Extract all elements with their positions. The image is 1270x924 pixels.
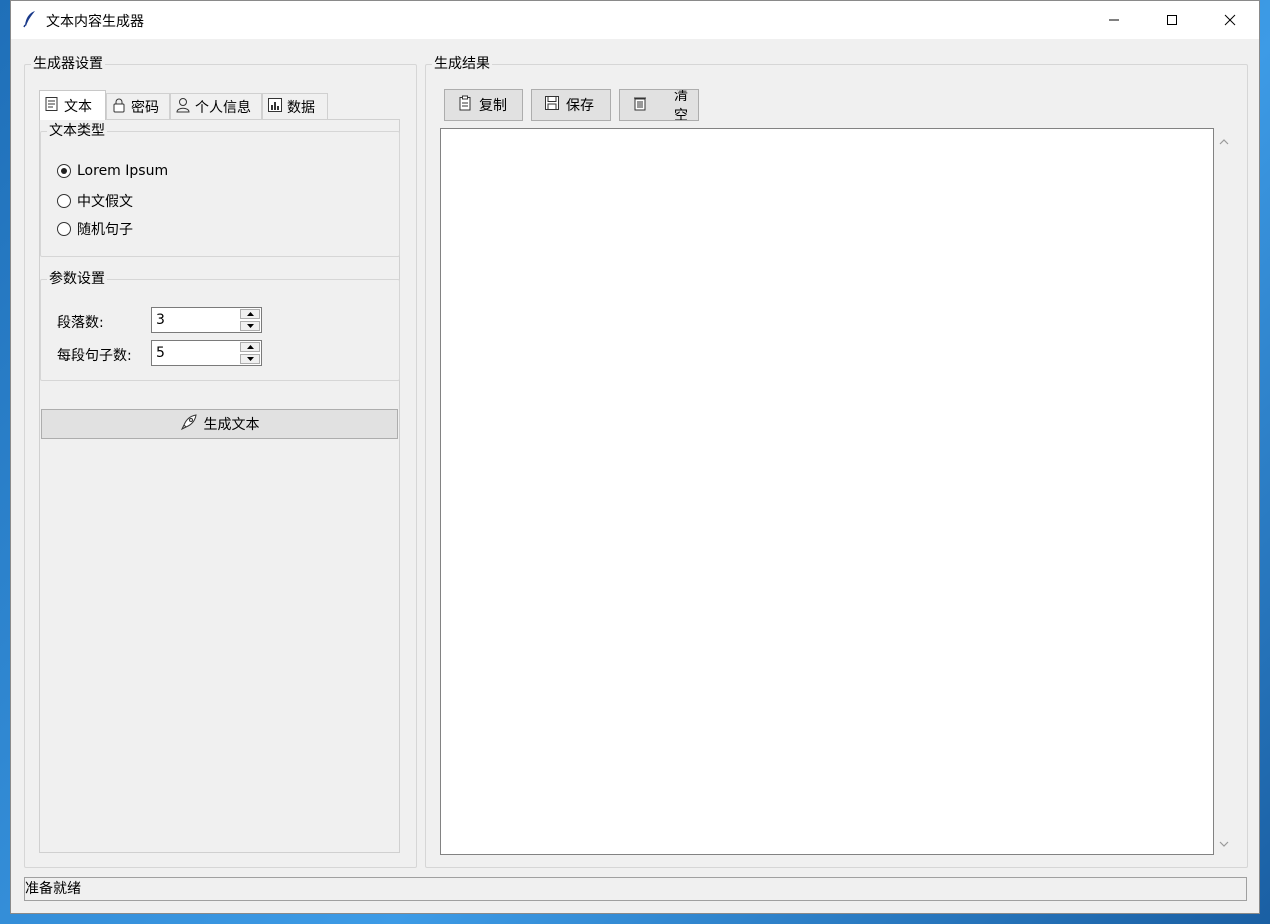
spin-up-button[interactable]: [240, 342, 260, 352]
radio-chinese-filler[interactable]: 中文假文: [57, 191, 133, 211]
minimize-button[interactable]: [1085, 1, 1143, 39]
text-tab-panel: 文本类型 Lorem Ipsum 中文假文 随机句子 参数设置 段落数: 3 每…: [39, 119, 400, 853]
radio-label: Lorem Ipsum: [77, 163, 169, 179]
scroll-up-arrow-icon[interactable]: [1219, 134, 1229, 150]
save-button[interactable]: 保存: [531, 89, 611, 121]
tab-password-label: 密码: [131, 99, 159, 116]
radio-random-sentences[interactable]: 随机句子: [57, 219, 133, 239]
spin-arrows: [240, 309, 260, 331]
tab-personal-info[interactable]: 个人信息: [170, 93, 262, 119]
spin-arrows: [240, 342, 260, 364]
clear-label: 清空: [674, 89, 688, 121]
spin-up-button[interactable]: [240, 309, 260, 319]
radio-button[interactable]: [57, 164, 71, 178]
paragraphs-value[interactable]: 3: [156, 312, 165, 328]
tab-password[interactable]: 密码: [106, 93, 170, 119]
close-button[interactable]: [1201, 1, 1259, 39]
person-icon: [175, 97, 191, 117]
radio-label: 随机句子: [77, 222, 133, 238]
sentences-value[interactable]: 5: [156, 345, 165, 361]
floppy-disk-icon: [544, 95, 560, 115]
radio-button[interactable]: [57, 222, 71, 236]
text-type-title: 文本类型: [49, 123, 105, 139]
radio-lorem-ipsum[interactable]: Lorem Ipsum: [57, 163, 168, 179]
spin-down-button[interactable]: [240, 321, 260, 331]
app-window: 文本内容生成器 生成器设置 文本 密码 个人信息 数据 文本类型 Lorem I…: [10, 0, 1260, 914]
result-text-area[interactable]: [440, 128, 1214, 855]
clear-button[interactable]: 清空: [619, 89, 699, 121]
maximize-button[interactable]: [1143, 1, 1201, 39]
rocket-icon: [180, 413, 198, 435]
radio-button[interactable]: [57, 194, 71, 208]
paragraphs-label: 段落数:: [57, 315, 104, 331]
clipboard-icon: [457, 95, 473, 115]
trash-icon: [632, 95, 648, 115]
tab-personal-info-label: 个人信息: [195, 99, 251, 116]
spin-down-button[interactable]: [240, 354, 260, 364]
bar-chart-icon: [267, 97, 283, 117]
copy-button[interactable]: 复制: [444, 89, 523, 121]
tab-data[interactable]: 数据: [262, 93, 328, 119]
save-label: 保存: [566, 98, 594, 114]
radio-label: 中文假文: [77, 194, 133, 210]
sentences-spinbox[interactable]: 5: [151, 340, 262, 366]
tab-data-label: 数据: [287, 99, 315, 116]
sentences-label: 每段句子数:: [57, 348, 132, 364]
generate-text-label: 生成文本: [203, 417, 260, 433]
status-bar: 准备就绪: [24, 877, 1247, 901]
generator-settings-title: 生成器设置: [33, 56, 103, 72]
lock-icon: [111, 97, 127, 117]
paragraphs-spinbox[interactable]: 3: [151, 307, 262, 333]
feather-icon: [23, 10, 37, 32]
title-bar[interactable]: 文本内容生成器: [11, 1, 1259, 39]
window-title: 文本内容生成器: [46, 14, 144, 30]
params-title: 参数设置: [49, 271, 105, 287]
text-doc-icon: [44, 96, 60, 116]
tab-text-label: 文本: [64, 98, 92, 115]
copy-label: 复制: [479, 98, 507, 114]
generate-text-button[interactable]: 生成文本: [41, 409, 398, 439]
scroll-down-arrow-icon[interactable]: [1219, 836, 1229, 852]
tab-text[interactable]: 文本: [39, 90, 106, 120]
result-title: 生成结果: [434, 56, 490, 72]
result-scrollbar[interactable]: [1214, 128, 1235, 855]
